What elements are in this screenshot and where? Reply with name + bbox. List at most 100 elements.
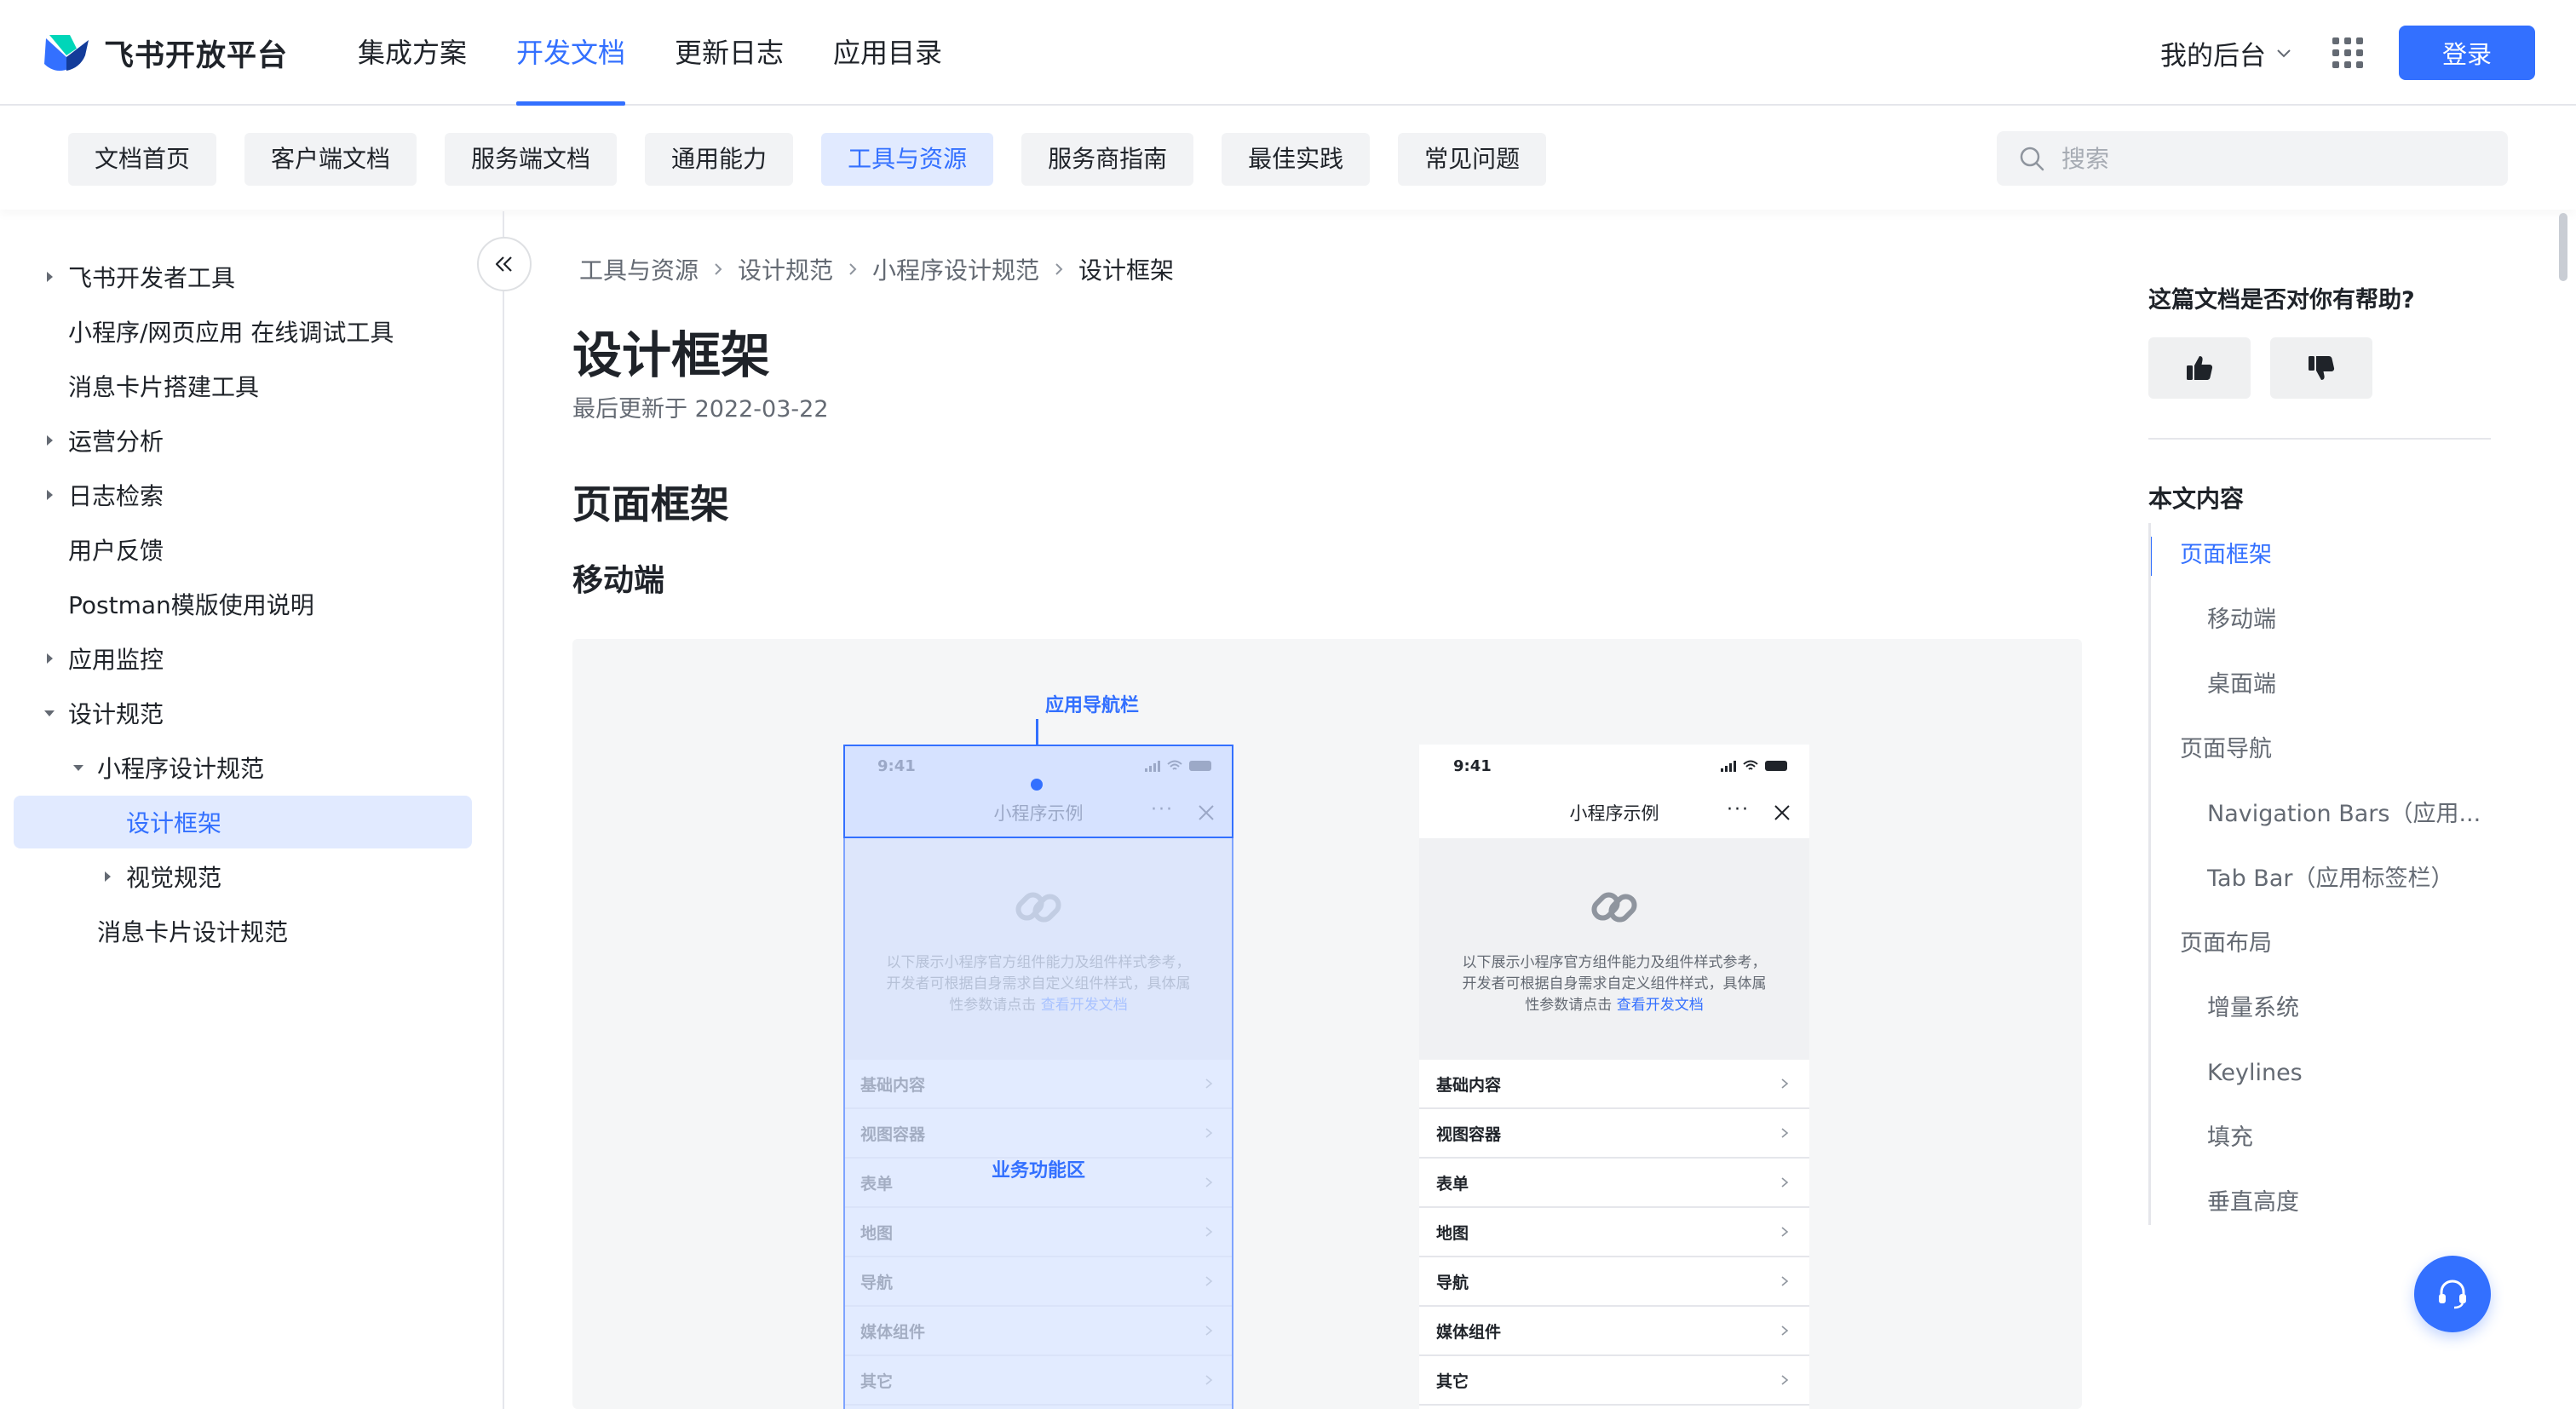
last-updated: 最后更新于 2022-03-22 [572, 396, 829, 423]
thumbs-up-button[interactable] [2148, 337, 2251, 399]
sidebar-item[interactable]: 小程序/网页应用 在线调试工具 [14, 305, 472, 358]
sidebar-item-label: 用户反馈 [68, 537, 164, 565]
link-icon [1591, 892, 1637, 923]
caret-down-icon[interactable] [70, 759, 87, 776]
list-item: 基础内容 [1419, 1060, 1809, 1109]
more-icon: ··· [1727, 799, 1750, 820]
topnav-integration[interactable]: 集成方案 [358, 0, 467, 106]
collapse-sidebar-button[interactable] [477, 237, 532, 291]
tab-faq[interactable]: 常见问题 [1398, 133, 1547, 186]
caret-right-icon[interactable] [99, 868, 116, 885]
component-list: 基础内容 视图容器 表单 地图 导航 媒体组件 其它 [1419, 1060, 1809, 1406]
toc-item[interactable]: Navigation Bars（应用... [2151, 782, 2506, 847]
feishu-logo-icon [44, 35, 89, 71]
chevron-right-icon [1781, 1227, 1789, 1237]
support-button[interactable] [2414, 1256, 2491, 1332]
brand-name: 飞书开放平台 [104, 38, 289, 73]
divider [2148, 438, 2491, 440]
tab-provider-guide[interactable]: 服务商指南 [1021, 133, 1194, 186]
tab-best-practices[interactable]: 最佳实践 [1222, 133, 1371, 186]
toc-item[interactable]: Keylines [2151, 1041, 2506, 1106]
sidebar-item[interactable]: 运营分析 [14, 414, 472, 467]
brand-logo[interactable]: 飞书开放平台 [41, 31, 288, 75]
sidebar-item[interactable]: 视觉规范 [14, 850, 472, 903]
sidebar-item[interactable]: 设计规范 [14, 687, 472, 739]
toc-item[interactable]: 垂直高度 [2151, 1170, 2506, 1235]
signal-icon [1721, 760, 1736, 772]
chevron-right-icon [1781, 1078, 1789, 1089]
sidebar-item[interactable]: 应用监控 [14, 632, 472, 685]
sidebar-item-label: Postman模版使用说明 [68, 591, 314, 619]
caret-right-icon[interactable] [41, 486, 58, 503]
sidebar-item[interactable]: 飞书开发者工具 [14, 250, 472, 303]
callout-app-navbar: 应用导航栏 [1044, 695, 1139, 716]
callout-business-area: 业务功能区 [991, 1160, 1085, 1182]
tab-client-docs[interactable]: 客户端文档 [244, 133, 417, 186]
subsection-heading: 移动端 [572, 563, 665, 598]
breadcrumb-design-spec[interactable]: 设计规范 [738, 252, 833, 286]
phone-mockup-annotated: 9:41 小程序示例 ··· 以下展示小程序官方组件能力及组件样式参考，开发者可… [843, 745, 1233, 1409]
sidebar-item[interactable]: 用户反馈 [14, 523, 472, 576]
chevron-right-icon [1781, 1128, 1789, 1138]
sidebar-item[interactable]: 小程序设计规范 [14, 741, 472, 794]
design-framework-figure: 应用导航栏 9:41 小程序示例 ··· 以下展示小程序官方组件能力及组件样式参… [572, 639, 2082, 1409]
breadcrumb-miniprogram-spec[interactable]: 小程序设计规范 [872, 252, 1039, 286]
tab-common-capabilities[interactable]: 通用能力 [645, 133, 794, 186]
tab-server-docs[interactable]: 服务端文档 [445, 133, 618, 186]
section-heading: 页面框架 [572, 481, 729, 527]
sidebar-item-label: 小程序/网页应用 在线调试工具 [68, 319, 394, 347]
caret-down-icon[interactable] [41, 704, 58, 722]
sidebar-item[interactable]: 消息卡片搭建工具 [14, 359, 472, 412]
login-button[interactable]: 登录 [2399, 26, 2535, 80]
page-title: 设计框架 [572, 326, 771, 384]
caret-right-icon[interactable] [41, 432, 58, 449]
feedback-question: 这篇文档是否对你有帮助? [2148, 287, 2415, 313]
toc-title: 本文内容 [2148, 485, 2245, 513]
sidebar-item[interactable]: Postman模版使用说明 [14, 578, 472, 630]
toc-item[interactable]: 页面布局 [2151, 912, 2506, 976]
app-grid-icon[interactable] [2332, 37, 2363, 68]
search-box[interactable] [1997, 131, 2508, 186]
tab-docs-home[interactable]: 文档首页 [68, 133, 217, 186]
toc-item[interactable]: 填充 [2151, 1106, 2506, 1170]
sidebar-item[interactable]: 设计框架 [14, 796, 472, 848]
status-time: 9:41 [1453, 756, 1492, 775]
toc-item[interactable]: 增量系统 [2151, 976, 2506, 1041]
console-menu[interactable]: 我的后台 [2160, 34, 2293, 72]
list-item: 媒体组件 [1419, 1307, 1809, 1356]
toc-item[interactable]: 页面框架 [2151, 523, 2506, 588]
thumbs-down-button[interactable] [2270, 337, 2372, 399]
doc-tree: 飞书开发者工具小程序/网页应用 在线调试工具 消息卡片搭建工具 运营分析日志检索用户… [14, 250, 472, 959]
topnav-app-directory[interactable]: 应用目录 [833, 0, 942, 106]
sidebar-item[interactable]: 日志检索 [14, 469, 472, 521]
app-title: 小程序示例 [1569, 803, 1659, 824]
toc-item[interactable]: 移动端 [2151, 588, 2506, 653]
battery-icon [1765, 761, 1787, 771]
caret-right-icon[interactable] [41, 650, 58, 667]
chevron-right-icon [1781, 1276, 1789, 1286]
list-item: 导航 [1419, 1257, 1809, 1307]
chevron-right-icon [1781, 1375, 1789, 1385]
toc-item[interactable]: Tab Bar（应用标签栏） [2151, 847, 2506, 912]
breadcrumb-tools[interactable]: 工具与资源 [579, 252, 699, 286]
topnav-dev-docs[interactable]: 开发文档 [516, 0, 626, 106]
toc-item[interactable]: 页面导航 [2151, 717, 2506, 782]
console-label: 我的后台 [2160, 40, 2266, 72]
sidebar-item-label: 消息卡片搭建工具 [68, 373, 260, 401]
chevron-right-icon [1055, 263, 1063, 275]
chevron-right-icon [715, 263, 722, 275]
page-scrollbar[interactable] [2559, 213, 2567, 281]
sidebar-item[interactable]: 消息卡片设计规范 [14, 905, 472, 958]
tab-tools-resources[interactable]: 工具与资源 [821, 133, 994, 186]
sidebar-item-label: 飞书开发者工具 [68, 264, 236, 292]
toc-item[interactable]: 桌面端 [2151, 653, 2506, 717]
hero-description: 以下展示小程序官方组件能力及组件样式参考，开发者可根据自身需求自定义组件样式，具… [1462, 954, 1767, 1014]
sidebar-item-label: 小程序设计规范 [97, 755, 265, 783]
topnav-changelog[interactable]: 更新日志 [675, 0, 784, 106]
search-input[interactable] [2061, 144, 2470, 173]
sidebar-item-label: 运营分析 [68, 428, 164, 456]
list-item: 其它 [1419, 1356, 1809, 1406]
caret-right-icon[interactable] [41, 268, 58, 285]
search-icon [2020, 147, 2044, 171]
chevron-right-icon [1781, 1326, 1789, 1336]
